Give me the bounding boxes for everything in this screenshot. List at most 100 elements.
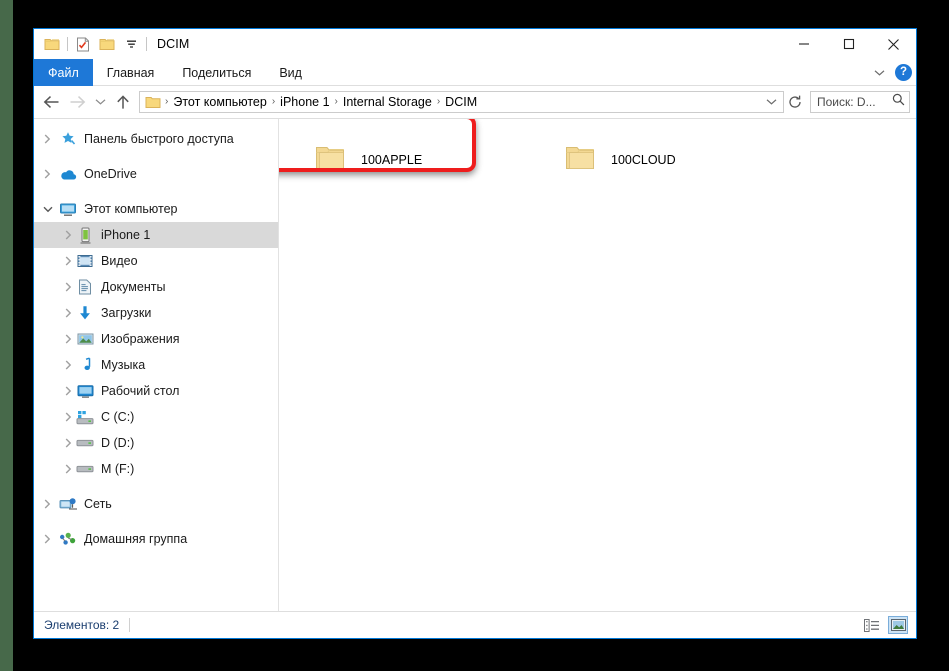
- chevron-right-icon[interactable]: [38, 326, 74, 352]
- drive-icon: [74, 433, 96, 453]
- tab-home[interactable]: Главная: [93, 59, 169, 86]
- title-bar: DCIM: [34, 29, 916, 59]
- items-container: 100APPLE 100CLOUD: [279, 119, 916, 183]
- tab-view[interactable]: Вид: [265, 59, 316, 86]
- breadcrumb: › Этот компьютер › iPhone 1 › Internal S…: [144, 95, 761, 109]
- chevron-right-icon[interactable]: [38, 300, 74, 326]
- explorer-body: Панель быстрого доступа OneDrive: [34, 118, 916, 611]
- breadcrumb-item-1[interactable]: iPhone 1: [277, 95, 332, 109]
- chevron-right-icon[interactable]: [38, 456, 74, 482]
- screen: DCIM Файл Главная Поделиться Вид: [0, 0, 949, 671]
- sidebar-item-label: Музыка: [101, 359, 145, 372]
- video-icon: [74, 251, 96, 271]
- window-title: DCIM: [157, 37, 189, 51]
- sidebar-item-quick-access[interactable]: Панель быстрого доступа: [34, 126, 278, 152]
- chevron-down-icon[interactable]: [38, 196, 57, 222]
- sidebar-item-label: Панель быстрого доступа: [84, 133, 234, 146]
- sidebar-item-music[interactable]: Музыка: [34, 352, 278, 378]
- sidebar-item-documents[interactable]: Документы: [34, 274, 278, 300]
- breadcrumb-item-3[interactable]: DCIM: [442, 95, 480, 109]
- folder-item-100apple[interactable]: 100APPLE: [301, 137, 551, 183]
- sidebar-item-downloads[interactable]: Загрузки: [34, 300, 278, 326]
- chevron-right-icon[interactable]: [38, 161, 57, 187]
- network-icon: [57, 494, 79, 514]
- view-controls: [862, 616, 908, 634]
- properties-icon[interactable]: [71, 32, 95, 56]
- homegroup-icon: [57, 529, 79, 549]
- chevron-right-icon[interactable]: [38, 491, 57, 517]
- sidebar-item-homegroup[interactable]: Домашняя группа: [34, 526, 278, 552]
- close-button[interactable]: [871, 29, 916, 59]
- drive-icon: [74, 459, 96, 479]
- sidebar-item-drive-d[interactable]: D (D:): [34, 430, 278, 456]
- chevron-right-icon[interactable]: [38, 248, 74, 274]
- breadcrumb-separator: ›: [333, 97, 340, 107]
- search-icon[interactable]: [892, 93, 905, 111]
- address-breadcrumb-box[interactable]: › Этот компьютер › iPhone 1 › Internal S…: [139, 91, 784, 113]
- navigation-pane: Панель быстрого доступа OneDrive: [34, 119, 279, 611]
- refresh-icon[interactable]: [784, 95, 806, 109]
- chevron-right-icon[interactable]: [38, 378, 74, 404]
- customize-dropdown-icon[interactable]: [119, 32, 143, 56]
- breadcrumb-item-2[interactable]: Internal Storage: [340, 95, 435, 109]
- tab-share[interactable]: Поделиться: [168, 59, 265, 86]
- chevron-right-icon[interactable]: [38, 126, 57, 152]
- music-icon: [74, 355, 96, 375]
- sidebar-item-label: Рабочий стол: [101, 385, 179, 398]
- breadcrumb-item-0[interactable]: Этот компьютер: [170, 95, 269, 109]
- toolbar-divider-2: [146, 37, 147, 51]
- file-list-view[interactable]: 100APPLE 100CLOUD: [279, 119, 916, 611]
- chevron-right-icon[interactable]: [38, 404, 74, 430]
- sidebar-item-iphone-1[interactable]: iPhone 1: [34, 222, 278, 248]
- sidebar-item-label: Документы: [101, 281, 165, 294]
- tab-file[interactable]: Файл: [34, 59, 93, 86]
- system-drive-icon: [74, 407, 96, 427]
- desktop-icon: [74, 381, 96, 401]
- sidebar-item-onedrive[interactable]: OneDrive: [34, 161, 278, 187]
- sidebar-item-pictures[interactable]: Изображения: [34, 326, 278, 352]
- quick-access-toolbar: [40, 32, 150, 56]
- details-view-button[interactable]: [862, 616, 882, 634]
- sidebar-item-label: Этот компьютер: [84, 203, 177, 216]
- sidebar-item-this-pc[interactable]: Этот компьютер: [34, 196, 278, 222]
- chevron-down-icon[interactable]: [869, 63, 889, 83]
- up-button[interactable]: [110, 89, 136, 115]
- search-placeholder: Поиск: D...: [817, 95, 876, 109]
- chevron-right-icon[interactable]: [38, 526, 57, 552]
- folder-icon[interactable]: [40, 32, 64, 56]
- large-icons-view-button[interactable]: [888, 616, 908, 634]
- sidebar-item-desktop[interactable]: Рабочий стол: [34, 378, 278, 404]
- help-button[interactable]: ?: [895, 64, 912, 81]
- recent-locations-button[interactable]: [90, 89, 110, 115]
- sidebar-item-label: Домашняя группа: [84, 533, 187, 546]
- chevron-right-icon[interactable]: [38, 222, 74, 248]
- pin-star-icon: [57, 129, 79, 149]
- file-explorer-window: DCIM Файл Главная Поделиться Вид: [33, 28, 917, 639]
- search-input[interactable]: Поиск: D...: [810, 91, 910, 113]
- folder-item-100cloud[interactable]: 100CLOUD: [551, 137, 801, 183]
- minimize-button[interactable]: [781, 29, 826, 59]
- sidebar-item-drive-c[interactable]: C (C:): [34, 404, 278, 430]
- sidebar-item-videos[interactable]: Видео: [34, 248, 278, 274]
- chevron-right-icon[interactable]: [38, 274, 74, 300]
- forward-button[interactable]: [64, 89, 90, 115]
- sidebar-item-label: Сеть: [84, 498, 112, 511]
- address-dropdown-icon[interactable]: [761, 98, 781, 106]
- cloud-icon: [57, 164, 79, 184]
- chevron-right-icon[interactable]: [38, 430, 74, 456]
- chevron-right-icon[interactable]: [38, 352, 74, 378]
- item-count-label: Элементов: 2: [44, 618, 119, 632]
- folder-icon: [315, 144, 345, 176]
- sidebar-item-label: OneDrive: [84, 168, 137, 181]
- sidebar-item-label: iPhone 1: [101, 229, 150, 242]
- new-folder-icon[interactable]: [95, 32, 119, 56]
- sidebar-item-label: Загрузки: [101, 307, 151, 320]
- maximize-button[interactable]: [826, 29, 871, 59]
- sidebar-item-label: C (C:): [101, 411, 134, 424]
- sidebar-item-network[interactable]: Сеть: [34, 491, 278, 517]
- sidebar-item-drive-m[interactable]: M (F:): [34, 456, 278, 482]
- back-button[interactable]: [38, 89, 64, 115]
- download-icon: [74, 303, 96, 323]
- computer-icon: [57, 199, 79, 219]
- phone-icon: [74, 225, 96, 245]
